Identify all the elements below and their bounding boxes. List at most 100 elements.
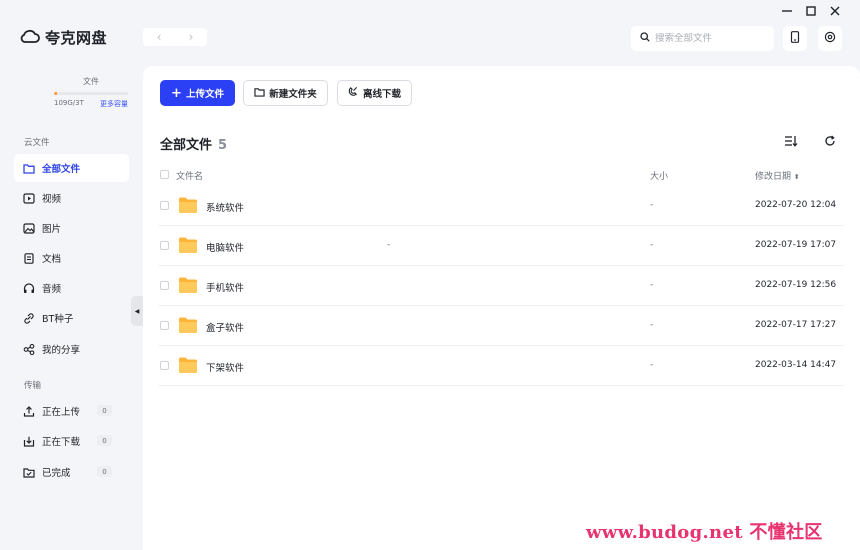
back-button[interactable]: ‹ [157, 30, 162, 44]
sidebar-item-downloading[interactable]: 正在下载 0 [14, 427, 129, 455]
sidebar-item-all-files[interactable]: 全部文件 [14, 154, 129, 182]
count-badge: 0 [97, 466, 112, 477]
new-folder-button[interactable]: 新建文件夹 [243, 80, 328, 106]
sort-icon [784, 135, 798, 150]
cloud-section-title: 云文件 [24, 138, 50, 148]
mobile-device-button[interactable] [783, 26, 807, 51]
more-storage-link[interactable]: 更多容量 [100, 99, 128, 109]
phone-icon [790, 31, 800, 46]
app-title: 夸克网盘 [45, 29, 108, 47]
magnet-icon [348, 86, 359, 100]
cloud-icon [20, 28, 40, 47]
table-row[interactable]: 下架软件 - 2022-03-14 14:47 [158, 346, 843, 386]
sort-arrows-icon: ⬍ [793, 173, 800, 181]
sidebar-item-audio[interactable]: 音频 [14, 274, 129, 302]
column-header-date[interactable]: 修改日期 ⬍ [755, 169, 800, 182]
storage-widget[interactable]: 文件 109G/3T 更多容量 [54, 76, 128, 109]
file-size: - [650, 200, 654, 210]
select-all-checkbox[interactable] [160, 170, 169, 179]
folder-outline-icon [254, 87, 265, 100]
sidebar-item-label: 音频 [42, 284, 62, 295]
count-badge: 0 [97, 405, 112, 416]
app-logo: 夸克网盘 [20, 27, 107, 48]
sidebar-item-my-shares[interactable]: 我的分享 [14, 335, 129, 363]
headphones-icon [23, 282, 35, 294]
upload-button-label: 上传文件 [185, 89, 224, 100]
search-box[interactable] [631, 26, 774, 51]
offline-download-button-label: 离线下载 [362, 89, 401, 100]
sidebar: 文件 109G/3T 更多容量 云文件 全部文件 视频 图片 文档 音频 BT种… [0, 66, 143, 550]
refresh-icon [824, 135, 836, 150]
sort-button[interactable] [783, 134, 799, 150]
file-date: 2022-07-19 12:56 [755, 280, 837, 290]
sidebar-item-bt-torrent[interactable]: BT种子 [14, 304, 129, 332]
sidebar-item-label: BT种子 [42, 314, 74, 325]
file-size: - [650, 240, 654, 250]
offline-download-button[interactable]: 离线下载 [337, 80, 412, 106]
download-icon [23, 435, 35, 447]
maximize-icon [806, 5, 816, 20]
column-header-name[interactable]: 文件名 [176, 169, 203, 182]
sidebar-item-uploading[interactable]: 正在上传 0 [14, 397, 129, 425]
sidebar-item-label: 全部文件 [42, 164, 81, 175]
settings-button[interactable] [818, 26, 842, 51]
file-name[interactable]: 下架软件 [206, 360, 244, 374]
file-date: 2022-03-14 14:47 [755, 360, 837, 370]
sidebar-item-label: 正在下载 [42, 437, 81, 448]
storage-progress-fill [54, 92, 57, 95]
close-icon [830, 5, 840, 20]
file-name[interactable]: 手机软件 [206, 280, 244, 294]
file-extra: - [387, 240, 391, 250]
folder-icon [23, 162, 35, 174]
column-header-size[interactable]: 大小 [650, 169, 668, 182]
watermark: www.budog.net 不懂社区 [586, 522, 823, 543]
link-icon [23, 312, 35, 324]
transfer-section-title: 传输 [24, 381, 42, 391]
row-checkbox[interactable] [160, 201, 169, 210]
video-icon [23, 192, 35, 204]
file-date: 2022-07-19 17:07 [755, 240, 837, 250]
maximize-button[interactable] [803, 4, 819, 20]
storage-label: 文件 [83, 77, 99, 86]
file-date: 2022-07-20 12:04 [755, 200, 837, 210]
history-nav: ‹ › [143, 28, 207, 46]
sidebar-item-label: 我的分享 [42, 345, 81, 356]
upload-button[interactable]: + 上传文件 [160, 80, 235, 106]
table-row[interactable]: 盒子软件 - 2022-07-17 17:27 [158, 306, 843, 346]
row-checkbox[interactable] [160, 321, 169, 330]
count-badge: 0 [97, 435, 112, 446]
file-count: 5 [218, 138, 228, 153]
caret-left-icon: ◀ [134, 307, 140, 315]
table-row[interactable]: 电脑软件 - - 2022-07-19 17:07 [158, 226, 843, 266]
share-icon [23, 343, 35, 355]
row-checkbox[interactable] [160, 281, 169, 290]
plus-icon: + [171, 85, 182, 101]
file-size: - [650, 320, 654, 330]
minimize-button[interactable] [779, 4, 795, 20]
forward-button[interactable]: › [189, 30, 194, 44]
row-checkbox[interactable] [160, 361, 169, 370]
folder-icon [178, 196, 198, 214]
sidebar-item-label: 图片 [42, 224, 62, 235]
close-button[interactable] [827, 4, 843, 20]
table-row[interactable]: 手机软件 - 2022-07-19 12:56 [158, 266, 843, 306]
refresh-button[interactable] [822, 134, 838, 150]
sidebar-item-documents[interactable]: 文档 [14, 244, 129, 272]
sidebar-item-images[interactable]: 图片 [14, 214, 129, 242]
row-checkbox[interactable] [160, 241, 169, 250]
sidebar-item-completed[interactable]: 已完成 0 [14, 458, 129, 486]
title-bar: 夸克网盘 ‹ › [0, 0, 860, 66]
file-name[interactable]: 电脑软件 [206, 240, 244, 254]
page-title: 全部文件 5 [160, 134, 227, 153]
file-date: 2022-07-17 17:27 [755, 320, 837, 330]
file-name[interactable]: 盒子软件 [206, 320, 244, 334]
collapse-sidebar-button[interactable]: ◀ [131, 296, 143, 326]
search-input[interactable] [655, 33, 765, 44]
sidebar-item-video[interactable]: 视频 [14, 184, 129, 212]
upload-icon [23, 405, 35, 417]
table-row[interactable]: 系统软件 - 2022-07-20 12:04 [158, 186, 843, 226]
folder-icon [178, 236, 198, 254]
completed-icon [23, 466, 35, 478]
file-name[interactable]: 系统软件 [206, 200, 244, 214]
sidebar-item-label: 文档 [42, 254, 62, 265]
